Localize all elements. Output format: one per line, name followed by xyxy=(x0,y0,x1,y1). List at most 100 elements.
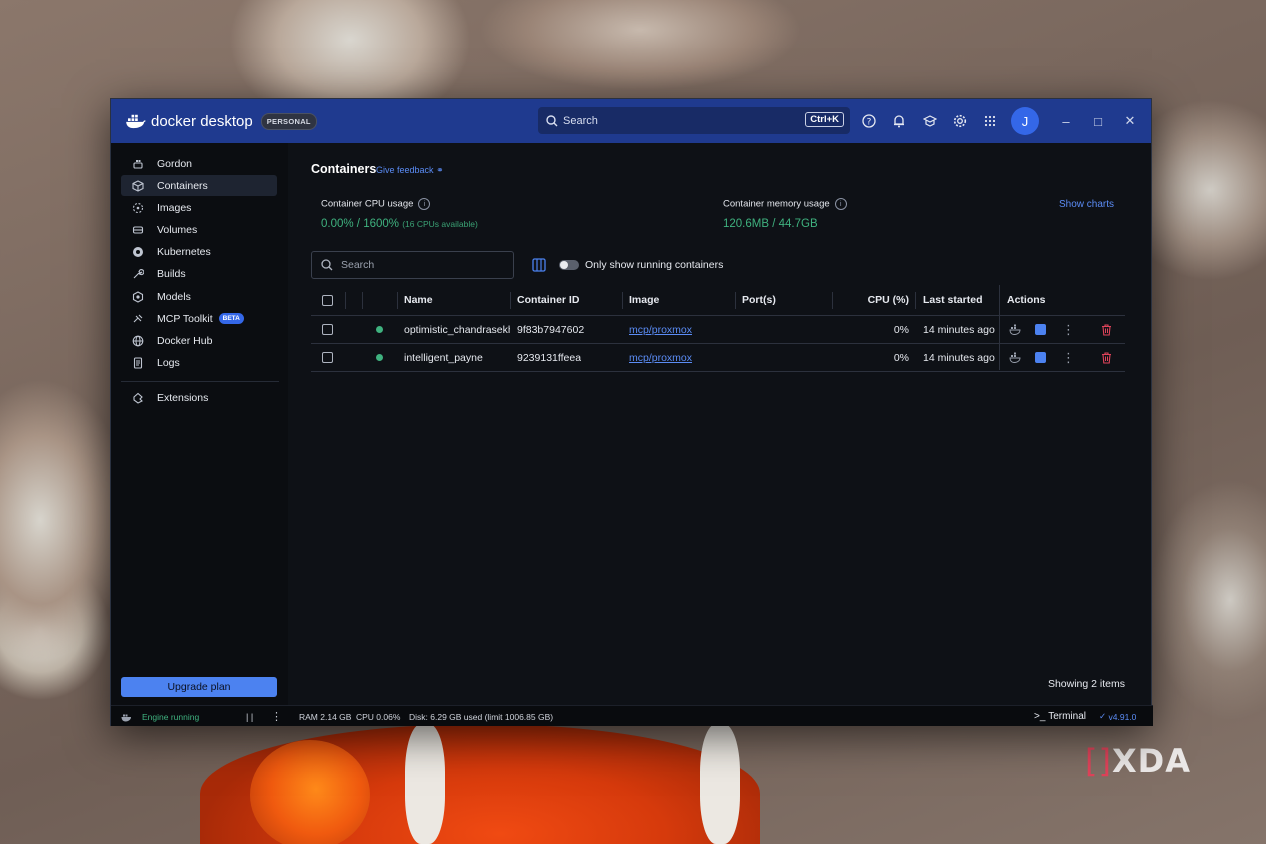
table-row[interactable]: optimistic_chandrasekhar 9f83b7947602 mc… xyxy=(311,316,1125,344)
column-header-container-id[interactable]: Container ID xyxy=(517,285,579,315)
engine-status[interactable]: Engine running xyxy=(142,706,199,727)
row-checkbox[interactable] xyxy=(322,316,333,343)
running-status-dot xyxy=(376,344,383,371)
sidebar-item-docker-hub[interactable]: Docker Hub xyxy=(121,330,277,351)
xda-watermark: []XDA xyxy=(1085,742,1191,780)
gordon-icon xyxy=(132,158,144,170)
images-icon xyxy=(132,202,144,214)
delete-trash-icon[interactable] xyxy=(1101,316,1112,343)
sidebar-item-mcp-toolkit[interactable]: MCP Toolkit BETA xyxy=(121,308,277,329)
row-checkbox[interactable] xyxy=(322,344,333,371)
search-placeholder: Search xyxy=(341,259,375,271)
table-row[interactable]: intelligent_payne 9239131ffeea mcp/proxm… xyxy=(311,344,1125,372)
container-name[interactable]: intelligent_payne xyxy=(404,344,510,371)
feedback-icon: ⚭ xyxy=(436,165,444,175)
sidebar-item-models[interactable]: Models xyxy=(121,286,277,307)
column-divider xyxy=(832,292,833,309)
terminal-button[interactable]: >_ Terminal xyxy=(1034,706,1086,727)
sidebar-item-label: Docker Hub xyxy=(157,334,213,347)
page-title: Containers xyxy=(311,162,377,176)
help-icon[interactable]: ? xyxy=(860,112,878,130)
upgrade-plan-button[interactable]: Upgrade plan xyxy=(121,677,277,697)
cpu-usage-value: 0.00% / 1600% (16 CPUs available) xyxy=(321,218,478,230)
image-link[interactable]: mcp/proxmox xyxy=(629,344,692,371)
user-avatar[interactable]: J xyxy=(1011,107,1039,135)
background-fish-stripe xyxy=(405,724,445,844)
title-bar: docker desktop PERSONAL Search Ctrl+K ? xyxy=(111,99,1151,143)
check-icon: ✓ xyxy=(1099,711,1107,721)
stop-button[interactable] xyxy=(1035,316,1046,343)
table-header: Name Container ID Image Port(s) CPU (%) … xyxy=(311,285,1125,316)
running-status-dot xyxy=(376,316,383,343)
column-header-last-started[interactable]: Last started xyxy=(923,285,983,315)
logs-icon xyxy=(132,356,144,369)
background-fish-head xyxy=(250,740,370,844)
minimize-icon[interactable]: – xyxy=(1056,111,1076,131)
column-divider xyxy=(735,292,736,309)
container-id: 9239131ffeea xyxy=(517,351,582,364)
sidebar-divider xyxy=(121,381,279,382)
beta-badge: BETA xyxy=(218,313,244,324)
give-feedback-link[interactable]: Give feedback ⚭ xyxy=(376,165,444,176)
sidebar-item-extensions[interactable]: Extensions xyxy=(121,387,277,408)
last-started: 14 minutes ago xyxy=(923,351,995,364)
learning-center-icon[interactable] xyxy=(921,112,939,130)
search-icon xyxy=(321,259,333,271)
settings-gear-icon[interactable] xyxy=(951,112,969,130)
docker-desktop-window: docker desktop PERSONAL Search Ctrl+K ? xyxy=(110,98,1153,726)
more-options-icon[interactable]: ⋮ xyxy=(1062,316,1075,343)
columns-icon[interactable] xyxy=(532,258,546,272)
sidebar-item-logs[interactable]: Logs xyxy=(121,352,277,373)
sidebar-item-gordon[interactable]: Gordon xyxy=(121,153,277,174)
notifications-bell-icon[interactable] xyxy=(890,112,908,130)
docker-debug-icon[interactable] xyxy=(1009,344,1022,371)
delete-trash-icon[interactable] xyxy=(1101,344,1112,371)
container-name[interactable]: optimistic_chandrasekhar xyxy=(404,316,510,343)
column-divider xyxy=(397,292,398,309)
models-icon xyxy=(132,290,144,303)
info-icon[interactable]: i xyxy=(834,198,847,210)
stop-button[interactable] xyxy=(1035,344,1046,371)
column-header-image[interactable]: Image xyxy=(629,285,659,315)
maximize-icon[interactable]: □ xyxy=(1088,111,1108,131)
plan-badge: PERSONAL xyxy=(260,112,317,130)
sidebar-item-kubernetes[interactable]: Kubernetes xyxy=(121,241,277,262)
docker-debug-icon[interactable] xyxy=(1009,316,1022,343)
cpu-usage-label: Container CPU usage i xyxy=(321,198,431,210)
status-bar: Engine running | | ⋮ RAM 2.14 GB CPU 0.0… xyxy=(111,705,1153,726)
apps-grid-icon[interactable] xyxy=(981,112,999,130)
column-header-cpu[interactable]: CPU (%) xyxy=(839,285,909,315)
more-options-icon[interactable]: ⋮ xyxy=(1062,344,1075,371)
version-info[interactable]: ✓ v4.91.0 xyxy=(1099,706,1136,727)
terminal-icon: >_ xyxy=(1034,711,1046,722)
brand-name: docker desktop xyxy=(151,112,253,130)
containers-view: Containers Give feedback ⚭ Container CPU… xyxy=(288,143,1152,705)
select-all-checkbox[interactable] xyxy=(322,285,333,315)
info-icon[interactable]: i xyxy=(418,198,431,210)
sidebar-item-label: Images xyxy=(157,201,192,214)
column-divider xyxy=(915,292,916,309)
cpu-percent: 0% xyxy=(893,323,909,336)
sidebar-item-label: Volumes xyxy=(157,223,198,236)
item-count: Showing 2 items xyxy=(1047,678,1125,690)
background-fish-stripe xyxy=(700,724,740,844)
image-link[interactable]: mcp/proxmox xyxy=(629,316,692,343)
more-options-icon[interactable]: ⋮ xyxy=(271,706,282,727)
sidebar-item-volumes[interactable]: Volumes xyxy=(121,219,277,240)
column-header-name[interactable]: Name xyxy=(404,285,433,315)
column-header-ports[interactable]: Port(s) xyxy=(742,285,776,315)
running-only-toggle[interactable] xyxy=(559,260,579,270)
show-charts-link[interactable]: Show charts xyxy=(1059,199,1114,210)
last-started: 14 minutes ago xyxy=(923,323,995,336)
search-icon xyxy=(546,114,558,126)
sidebar-item-label: MCP Toolkit xyxy=(157,312,213,325)
sidebar-item-builds[interactable]: Builds xyxy=(121,263,277,284)
close-icon[interactable]: ✕ xyxy=(1120,111,1140,131)
pause-icon[interactable]: | | xyxy=(246,706,253,727)
container-search-input[interactable]: Search xyxy=(311,251,514,279)
global-search[interactable]: Search Ctrl+K xyxy=(538,107,850,134)
sidebar-item-images[interactable]: Images xyxy=(121,197,277,218)
column-header-actions: Actions xyxy=(1007,294,1046,306)
sidebar-item-containers[interactable]: Containers xyxy=(121,175,277,196)
disk-usage: Disk: 6.29 GB used (limit 1006.85 GB) xyxy=(409,711,554,722)
